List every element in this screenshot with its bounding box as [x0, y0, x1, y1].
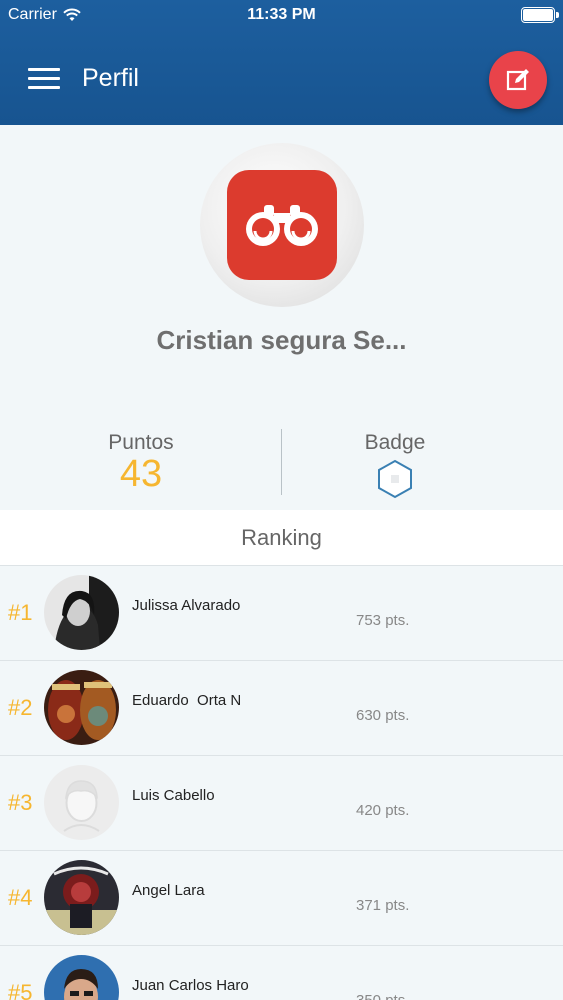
profile-name: Cristian segura Se...: [156, 325, 407, 355]
hexagon-badge-icon[interactable]: [377, 459, 413, 499]
edit-profile-button[interactable]: [489, 51, 547, 109]
ranking-row-4[interactable]: #4 Angel Lara 371 pts.: [0, 851, 563, 946]
rank-points: 753 pts.: [356, 612, 410, 629]
ranking-row-2[interactable]: #2 Eduardo Orta N 630 pts.: [0, 661, 563, 756]
rank-points: 350 pts.: [356, 992, 409, 1000]
ranking-row-5[interactable]: #5 Juan Carlos Haro 350 pts.: [0, 946, 563, 1000]
avatar: [44, 955, 119, 1000]
battery-icon: [521, 7, 559, 23]
rank-user-name: Julissa Alvarado: [132, 597, 241, 614]
rank-points: 420 pts.: [356, 802, 410, 819]
rank-user-name: Eduardo Orta N: [132, 692, 242, 709]
rank-position: #1: [8, 600, 33, 625]
ranking-row-1[interactable]: #1 Julissa Alvarado 753 pts.: [0, 566, 563, 661]
rank-points: 630 pts.: [356, 707, 410, 724]
points-value: 43: [119, 453, 163, 495]
profile-avatar: [200, 143, 364, 307]
rank-user-name: Luis Cabello: [132, 787, 215, 804]
binoculars-icon: [227, 170, 337, 280]
clock: 11:33 PM: [247, 6, 316, 23]
rank-user-name: Juan Carlos Haro: [132, 977, 249, 994]
points-stat: Puntos 43: [27, 425, 255, 493]
edit-icon: [506, 69, 529, 91]
avatar: [44, 670, 119, 745]
profile-stats: Puntos 43 Badge: [0, 425, 563, 505]
badge-label: Badge: [364, 431, 426, 454]
rank-points: 371 pts.: [356, 897, 410, 914]
badge-stat: Badge: [281, 425, 509, 499]
page-title: Perfil: [82, 64, 139, 92]
ranking-row-3[interactable]: #3 Luis Cabello 420 pts.: [0, 756, 563, 851]
rank-position: #2: [8, 695, 33, 720]
rank-position: #4: [8, 885, 33, 910]
status-bar: Carrier 11:33 PM: [0, 0, 563, 30]
ranking-title: Ranking: [0, 510, 563, 566]
avatar: [44, 860, 119, 935]
app-header: Carrier 11:33 PM Perfil: [0, 0, 563, 125]
avatar: [44, 575, 119, 650]
ranking-list: #1 Julissa Alvarado 753 pts. #2 Eduardo …: [0, 566, 563, 1000]
rank-position: #3: [8, 790, 33, 815]
rank-user-name: Angel Lara: [132, 882, 205, 899]
hamburger-menu-icon[interactable]: [28, 68, 60, 92]
rank-position: #5: [8, 980, 33, 1000]
default-avatar-icon: [44, 765, 119, 840]
points-label: Puntos: [108, 431, 174, 454]
